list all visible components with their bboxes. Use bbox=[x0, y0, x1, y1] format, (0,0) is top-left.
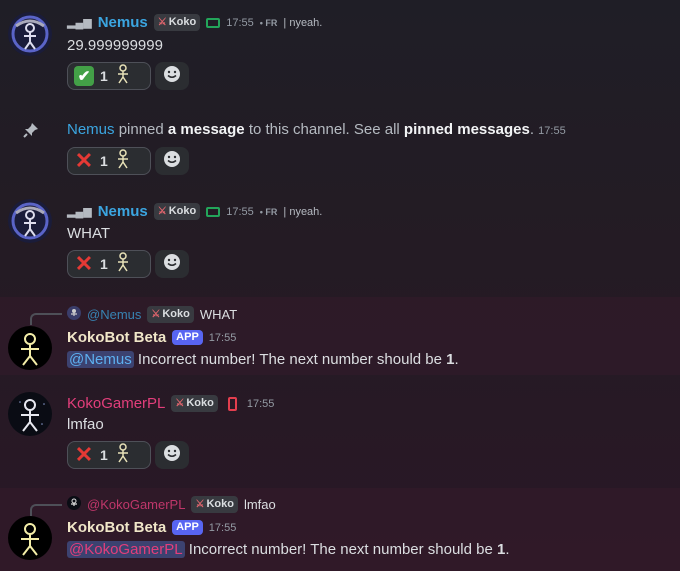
username[interactable]: KokoBot Beta bbox=[67, 329, 166, 346]
timestamp[interactable]: 17:55 bbox=[247, 398, 275, 410]
reaction-count: 1 bbox=[100, 256, 108, 272]
server-tag[interactable]: ⚔ Koko bbox=[153, 203, 201, 220]
timestamp[interactable]: 17:55 bbox=[209, 332, 237, 344]
reaction-cross[interactable]: ✕ 1 bbox=[67, 250, 151, 278]
reaction-count: 1 bbox=[100, 447, 108, 463]
smiley-icon bbox=[163, 150, 181, 173]
user-mention[interactable]: @KokoGamerPL bbox=[67, 541, 185, 558]
app-badge: APP bbox=[172, 330, 203, 345]
server-tag[interactable]: ⚔ Koko bbox=[171, 395, 218, 412]
avatar[interactable] bbox=[8, 392, 52, 436]
timestamp[interactable]: 17:55 bbox=[538, 125, 566, 137]
cross-mark-icon: ✕ bbox=[74, 148, 94, 173]
reply-spine bbox=[30, 313, 62, 325]
username[interactable]: KokoGamerPL bbox=[67, 395, 165, 412]
avatar[interactable] bbox=[8, 199, 52, 243]
server-tag: ⚔ Koko bbox=[147, 306, 194, 323]
signal-icon: ▂▄▆ bbox=[67, 206, 92, 218]
sword-icon: ⚔ bbox=[157, 206, 167, 217]
message-content: WHAT bbox=[67, 225, 111, 242]
add-reaction-button[interactable] bbox=[155, 62, 189, 90]
add-reaction-button[interactable] bbox=[155, 441, 189, 469]
stick-figure-icon bbox=[114, 442, 132, 468]
timestamp[interactable]: 17:55 bbox=[209, 522, 237, 534]
message-content: lmfao bbox=[67, 416, 104, 433]
pin-text: pinned bbox=[118, 121, 164, 138]
message-header: KokoBot Beta APP 17:55 bbox=[67, 519, 236, 536]
app-badge: APP bbox=[172, 520, 203, 535]
sword-icon: ⚔ bbox=[195, 499, 205, 510]
message-content: @KokoGamerPL Incorrect number! The next … bbox=[67, 541, 510, 558]
reply-text: lmfao bbox=[243, 497, 276, 512]
pin-text: to this channel. See all bbox=[248, 121, 400, 138]
user-mention[interactable]: @Nemus bbox=[67, 351, 134, 368]
language-flag: • FR bbox=[259, 17, 278, 28]
signal-icon: ▂▄▆ bbox=[67, 17, 92, 29]
reply-reference[interactable]: @KokoGamerPL ⚔ Koko lmfao bbox=[67, 496, 276, 513]
reaction-count: 1 bbox=[100, 153, 108, 169]
mini-avatar bbox=[67, 496, 81, 513]
pin-system-message: Nemus pinned a message to this channel. … bbox=[67, 121, 566, 138]
timestamp[interactable]: 17:55 bbox=[226, 17, 254, 29]
message-text: . bbox=[505, 541, 510, 558]
pin-text: . bbox=[529, 121, 534, 138]
message-text: . bbox=[454, 351, 459, 368]
language-flag: • FR bbox=[259, 206, 278, 217]
cross-mark-icon: ✕ bbox=[74, 251, 94, 276]
sword-icon: ⚔ bbox=[175, 398, 185, 409]
mini-avatar bbox=[67, 306, 81, 323]
sword-icon: ⚔ bbox=[151, 309, 161, 320]
reaction-check[interactable]: ✔ 1 bbox=[67, 62, 151, 90]
smiley-icon bbox=[163, 444, 181, 467]
smiley-icon bbox=[163, 253, 181, 276]
stick-figure-icon bbox=[114, 251, 132, 277]
add-reaction-button[interactable] bbox=[155, 147, 189, 175]
message-content: @Nemus Incorrect number! The next number… bbox=[67, 351, 459, 368]
username[interactable]: Nemus bbox=[98, 203, 148, 220]
check-mark-icon: ✔ bbox=[74, 66, 94, 86]
reply-spine bbox=[30, 504, 62, 516]
pinned-messages-link[interactable]: pinned messages bbox=[404, 121, 530, 138]
message-header: KokoBot Beta APP 17:55 bbox=[67, 329, 236, 346]
smiley-icon bbox=[163, 65, 181, 88]
reply-username[interactable]: @Nemus bbox=[87, 307, 141, 322]
message-text: Incorrect number! The next number should… bbox=[137, 351, 442, 368]
status-text: | nyeah. bbox=[283, 205, 323, 218]
desktop-icon bbox=[206, 17, 221, 28]
reaction-count: 1 bbox=[100, 68, 108, 84]
add-reaction-button[interactable] bbox=[155, 250, 189, 278]
message-link[interactable]: a message bbox=[168, 121, 245, 138]
username[interactable]: Nemus bbox=[67, 121, 115, 138]
server-tag[interactable]: ⚔ Koko bbox=[153, 14, 201, 31]
reply-username[interactable]: @KokoGamerPL bbox=[87, 497, 185, 512]
avatar[interactable] bbox=[8, 12, 52, 56]
reaction-cross[interactable]: ✕ 1 bbox=[67, 147, 151, 175]
reaction-cross[interactable]: ✕ 1 bbox=[67, 441, 151, 469]
username[interactable]: KokoBot Beta bbox=[67, 519, 166, 536]
mobile-icon bbox=[227, 396, 237, 411]
stick-figure-icon bbox=[114, 63, 132, 89]
server-tag: ⚔ Koko bbox=[191, 496, 238, 513]
message-content: 29.999999999 bbox=[67, 37, 163, 54]
cross-mark-icon: ✕ bbox=[74, 442, 94, 467]
status-text: | nyeah. bbox=[283, 16, 323, 29]
username[interactable]: Nemus bbox=[98, 14, 148, 31]
sword-icon: ⚔ bbox=[157, 17, 167, 28]
reply-reference[interactable]: @Nemus ⚔ Koko WHAT bbox=[67, 306, 237, 323]
reply-text: WHAT bbox=[199, 307, 238, 322]
message-text: Incorrect number! The next number should… bbox=[188, 541, 493, 558]
avatar[interactable] bbox=[8, 516, 52, 560]
message-header: ▂▄▆ Nemus ⚔ Koko 17:55 • FR | nyeah. bbox=[67, 203, 322, 220]
message-header: ▂▄▆ Nemus ⚔ Koko 17:55 • FR | nyeah. bbox=[67, 14, 322, 31]
message-header: KokoGamerPL ⚔ Koko 17:55 bbox=[67, 395, 274, 412]
timestamp[interactable]: 17:55 bbox=[226, 206, 254, 218]
next-number: 1 bbox=[446, 351, 455, 368]
stick-figure-icon bbox=[114, 148, 132, 174]
avatar[interactable] bbox=[8, 326, 52, 370]
pin-icon bbox=[22, 121, 40, 144]
desktop-icon bbox=[206, 206, 221, 217]
